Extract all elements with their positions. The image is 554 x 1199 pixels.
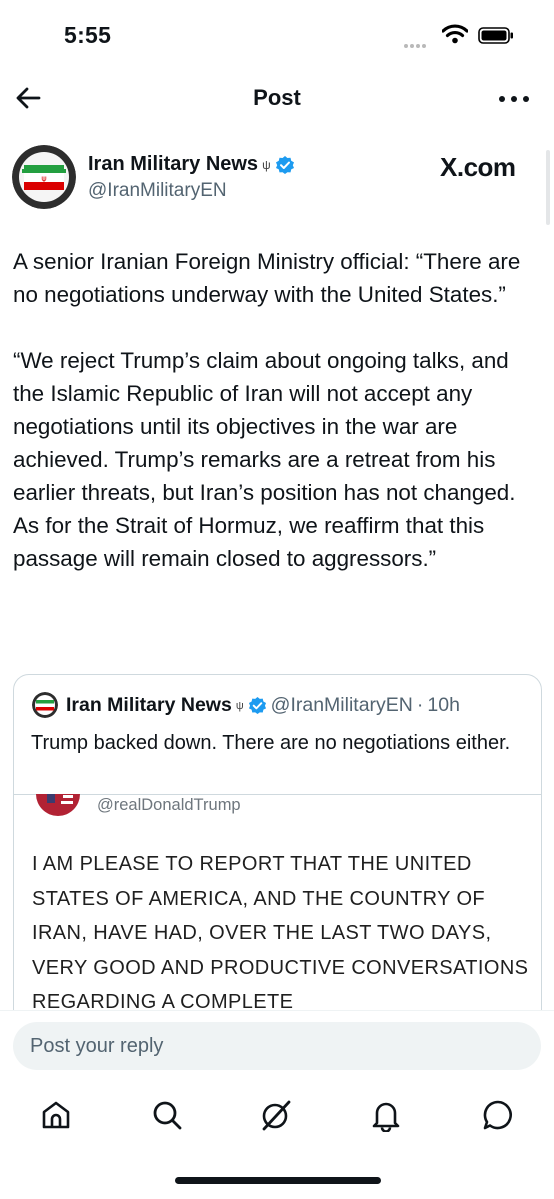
author-name-row[interactable]: Iran Military News ψ xyxy=(88,153,295,176)
home-icon[interactable] xyxy=(39,1098,73,1132)
grok-icon[interactable] xyxy=(259,1098,293,1132)
battery-icon xyxy=(478,27,513,44)
status-time: 5:55 xyxy=(64,22,112,48)
quoted-image-text: I AM PLEASE TO REPORT THAT THE UNITED ST… xyxy=(32,853,529,1013)
avatar[interactable]: ψ xyxy=(12,145,76,209)
messages-icon[interactable] xyxy=(481,1098,515,1132)
verified-badge-icon xyxy=(275,155,294,174)
notifications-icon[interactable] xyxy=(369,1098,403,1132)
quoted-timestamp: 10h xyxy=(427,694,460,716)
reply-placeholder: Post your reply xyxy=(30,1035,164,1057)
quoted-text: Trump backed down. There are no negotiat… xyxy=(31,732,511,754)
search-icon[interactable] xyxy=(150,1098,184,1132)
quoted-handle: @IranMilitaryEN xyxy=(270,694,413,716)
verified-badge-icon xyxy=(248,696,266,715)
svg-text:ψ: ψ xyxy=(41,174,46,183)
wifi-icon xyxy=(442,24,468,44)
quoted-avatar xyxy=(32,692,58,718)
quoted-image-handle: @realDonaldTrump xyxy=(97,796,241,814)
quoted-header: Iran Military News ψ @IranMilitaryEN · 10h xyxy=(66,694,460,717)
quoted-author-name: Iran Military News xyxy=(66,694,232,716)
page-title: Post xyxy=(253,85,301,110)
emblem-icon: ψ xyxy=(235,699,244,712)
home-indicator[interactable] xyxy=(175,1177,381,1184)
post-text: A senior Iranian Foreign Ministry offici… xyxy=(13,249,521,571)
quoted-post[interactable]: Iran Military News ψ @IranMilitaryEN · 10h… xyxy=(13,674,542,1036)
source-label: X.com xyxy=(440,152,516,182)
quoted-image-avatar xyxy=(36,794,80,816)
more-options-icon[interactable] xyxy=(498,94,530,104)
author-handle[interactable]: @IranMilitaryEN xyxy=(88,180,227,202)
signal-icon xyxy=(404,35,434,48)
scrollbar[interactable] xyxy=(546,150,550,225)
emblem-icon: ψ xyxy=(262,157,271,172)
reply-input[interactable]: Post your reply xyxy=(13,1022,541,1070)
quoted-image-divider xyxy=(14,794,541,795)
quoted-separator: · xyxy=(416,694,424,716)
author-name[interactable]: Iran Military News xyxy=(88,153,258,176)
